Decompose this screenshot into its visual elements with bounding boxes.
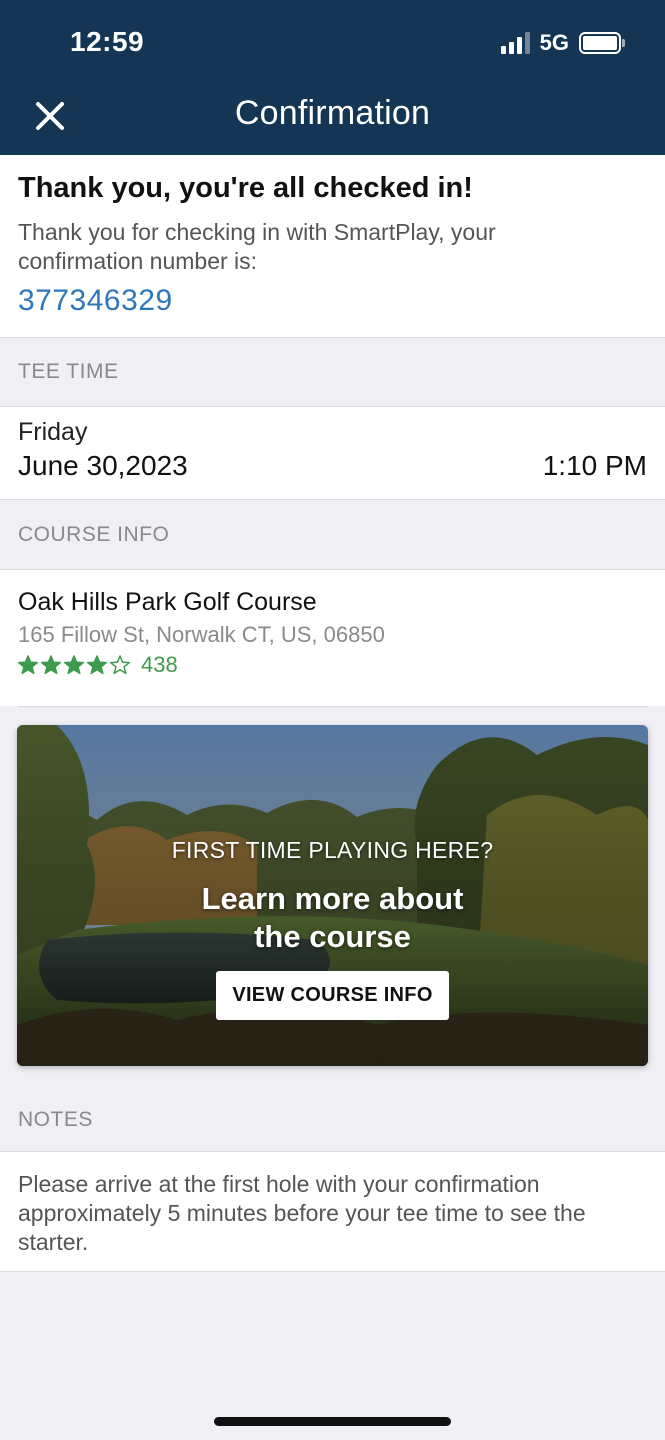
- star-filled-icon: [41, 655, 61, 675]
- promo-title-line: the course: [254, 919, 411, 954]
- confirmation-title: Thank you, you're all checked in!: [18, 172, 473, 204]
- tee-time-header: TEE TIME: [0, 338, 665, 406]
- page-title: Confirmation: [234, 94, 431, 132]
- tee-date: June 30,2023: [18, 450, 188, 481]
- course-rating: 438: [18, 652, 178, 678]
- nav-bar: 12:59 5G Confirmation: [0, 0, 665, 155]
- promo-title-line: Learn more about: [201, 881, 464, 916]
- promo-kicker: FIRST TIME PLAYING HERE?: [171, 837, 494, 863]
- home-indicator[interactable]: [214, 1417, 451, 1426]
- divider: [18, 706, 648, 707]
- network-label: 5G: [539, 30, 569, 55]
- star-filled-icon: [18, 655, 38, 675]
- status-time: 12:59: [70, 26, 145, 57]
- battery-icon: [579, 32, 625, 54]
- tee-time-value: 1:10 PM: [542, 450, 647, 481]
- signal-icon: [500, 32, 530, 54]
- rating-stars: [18, 655, 133, 675]
- confirmation-number[interactable]: 377346329: [18, 284, 173, 318]
- course-info-header: COURSE INFO: [0, 500, 665, 569]
- review-count: 438: [141, 652, 178, 677]
- confirmation-message: Thank you for checking in with SmartPlay…: [18, 219, 496, 274]
- tee-day: Friday: [18, 418, 88, 446]
- course-address: 165 Fillow St, Norwalk CT, US, 06850: [18, 622, 385, 647]
- status-icons: 5G: [500, 30, 625, 56]
- star-filled-icon: [64, 655, 84, 675]
- promo-title: Learn more about the course: [17, 880, 648, 956]
- divider: [0, 1271, 665, 1272]
- notes-header: NOTES: [0, 1088, 665, 1152]
- course-name: Oak Hills Park Golf Course: [18, 588, 317, 616]
- star-empty-icon: [110, 655, 130, 675]
- view-course-info-button[interactable]: VIEW COURSE INFO: [216, 971, 449, 1020]
- notes-text: Please arrive at the first hole with you…: [18, 1171, 586, 1255]
- star-filled-icon: [87, 655, 107, 675]
- course-promo-banner: FIRST TIME PLAYING HERE? Learn more abou…: [17, 725, 648, 1066]
